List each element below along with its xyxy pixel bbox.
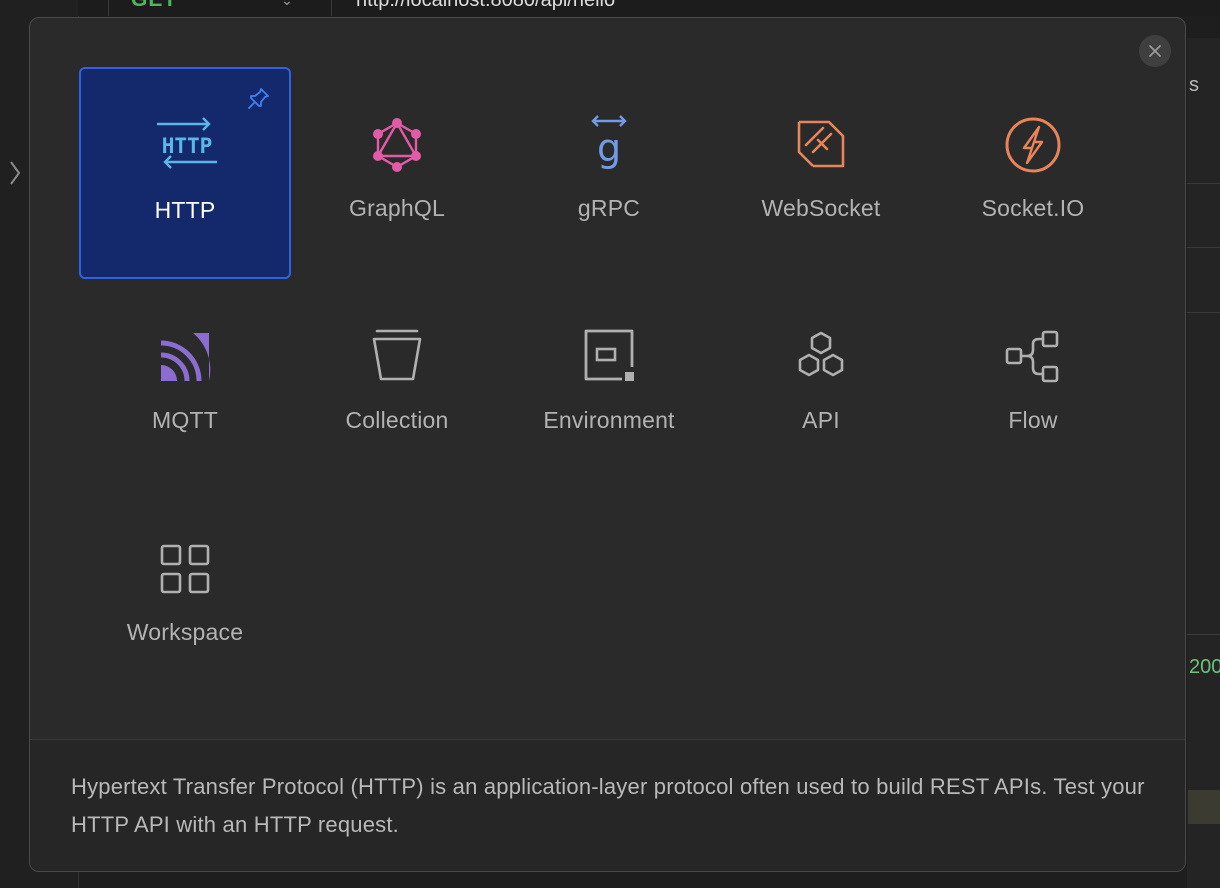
socketio-icon [1005,117,1061,173]
tile-label: Socket.IO [981,195,1085,221]
environment-icon [584,329,634,381]
tile-label: API [802,407,840,433]
method-label: GET [131,0,177,12]
new-item-dialog: HTTP HTTP GraphQL g gRPC WebSocket Socke… [29,17,1186,872]
workspace-icon [160,544,210,594]
graphql-icon [373,118,421,172]
url-input[interactable]: http://localhost:8080/api/hello [356,0,615,12]
tile-label: Collection [345,407,449,433]
tile-label: WebSocket [761,195,881,221]
tile-grpc[interactable]: g gRPC [503,67,715,279]
right-panel: s 200 [1187,38,1220,888]
mqtt-icon [160,333,211,382]
svg-text:HTTP: HTTP [162,134,213,158]
close-icon [1149,45,1161,57]
collection-icon [372,329,422,381]
grpc-icon: g [591,115,627,170]
api-icon [798,331,844,377]
method-select[interactable]: GET ⌄ [108,0,332,16]
tile-label: Flow [1008,407,1058,433]
highlight-bar [1188,790,1220,824]
chevron-down-icon: ⌄ [281,0,293,8]
item-description: Hypertext Transfer Protocol (HTTP) is an… [71,774,1145,837]
svg-text:g: g [597,126,621,170]
tile-api[interactable]: API [715,279,927,491]
tile-collection[interactable]: Collection [291,279,503,491]
pin-icon[interactable] [248,87,270,111]
close-button[interactable] [1139,35,1171,67]
tile-label: MQTT [152,407,218,433]
websocket-icon [797,120,845,168]
tile-websocket[interactable]: WebSocket [715,67,927,279]
tile-graphql[interactable]: GraphQL [291,67,503,279]
panel-text: s [1189,74,1199,96]
description-panel: Hypertext Transfer Protocol (HTTP) is an… [30,739,1185,871]
tile-workspace[interactable]: Workspace [79,491,291,703]
flow-icon [1005,330,1059,383]
tile-mqtt[interactable]: MQTT [79,279,291,491]
tile-label: Environment [543,407,675,433]
tile-environment[interactable]: Environment [503,279,715,491]
tile-flow[interactable]: Flow [927,279,1139,491]
tile-http[interactable]: HTTP HTTP [79,67,291,279]
http-icon: HTTP [157,117,217,169]
tile-label: Workspace [126,619,244,645]
tile-label: HTTP [154,197,216,223]
status-code: 200 [1189,656,1220,678]
tile-label: gRPC [577,195,641,221]
tile-socketio[interactable]: Socket.IO [927,67,1139,279]
tile-label: GraphQL [348,195,445,221]
chevron-right-icon[interactable] [4,158,24,188]
